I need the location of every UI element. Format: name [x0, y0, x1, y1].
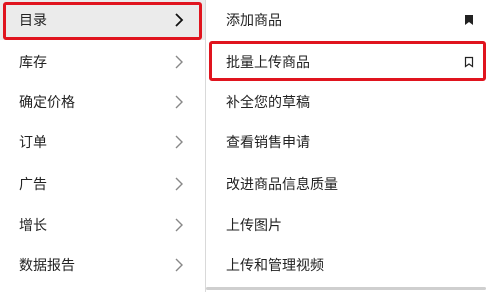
submenu-item-label: 批量上传商品 — [226, 54, 310, 70]
submenu-item-label: 上传图片 — [226, 217, 282, 233]
menu-item-growth[interactable]: 增长 — [0, 205, 205, 245]
chevron-right-icon — [169, 255, 189, 275]
submenu-item-label: 查看销售申请 — [226, 134, 310, 150]
submenu-item-label: 上传和管理视频 — [226, 257, 324, 273]
chevron-right-icon — [169, 215, 189, 235]
chevron-right-icon — [169, 132, 189, 152]
menu-item-label: 订单 — [19, 134, 47, 150]
submenu: 添加商品 批量上传商品 补全您的草稿 查看销售申请 改进商品信息质量 上传图片 … — [206, 0, 494, 292]
bookmark-filled-icon[interactable] — [462, 13, 476, 27]
menu-item-inventory[interactable]: 库存 — [0, 42, 205, 82]
menu-item-label: 增长 — [19, 217, 47, 233]
menu-item-label: 广告 — [19, 176, 47, 192]
submenu-item-label: 补全您的草稿 — [226, 94, 310, 110]
chevron-right-icon — [169, 174, 189, 194]
menu-item-label: 库存 — [19, 54, 47, 70]
submenu-item-label: 改进商品信息质量 — [226, 176, 338, 192]
submenu-item-label: 添加商品 — [226, 12, 282, 28]
horizontal-scrollbar[interactable] — [206, 287, 486, 290]
chevron-right-icon — [169, 10, 189, 30]
menu-item-advertising[interactable]: 广告 — [0, 164, 205, 204]
chevron-right-icon — [169, 52, 189, 72]
submenu-item-upload-images[interactable]: 上传图片 — [206, 205, 494, 245]
submenu-item-add-product[interactable]: 添加商品 — [206, 0, 494, 40]
menu-item-reports[interactable]: 数据报告 — [0, 245, 205, 285]
menu-item-catalog[interactable]: 目录 — [0, 0, 205, 40]
submenu-item-bulk-upload[interactable]: 批量上传商品 — [206, 42, 494, 82]
category-menu: 目录 库存 确定价格 订单 广告 增长 数据报告 — [0, 0, 205, 292]
menu-item-label: 目录 — [19, 12, 47, 28]
menu-item-label: 数据报告 — [19, 257, 75, 273]
menu-item-pricing[interactable]: 确定价格 — [0, 82, 205, 122]
chevron-right-icon — [169, 92, 189, 112]
menu-item-orders[interactable]: 订单 — [0, 122, 205, 162]
submenu-item-upload-manage-videos[interactable]: 上传和管理视频 — [206, 245, 494, 285]
submenu-item-complete-drafts[interactable]: 补全您的草稿 — [206, 82, 494, 122]
bookmark-outline-icon[interactable] — [462, 55, 476, 69]
menu-item-label: 确定价格 — [19, 94, 75, 110]
submenu-item-improve-listing-quality[interactable]: 改进商品信息质量 — [206, 164, 494, 204]
submenu-item-sales-applications[interactable]: 查看销售申请 — [206, 122, 494, 162]
